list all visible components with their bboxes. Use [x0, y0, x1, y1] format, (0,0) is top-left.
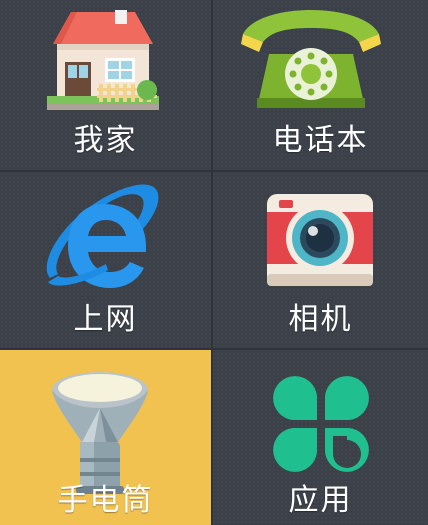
tile-apps-label: 应用 — [288, 483, 353, 518]
telephone-icon — [241, 10, 381, 108]
clover-apps-icon — [273, 376, 369, 472]
tile-internet-label: 上网 — [73, 302, 138, 337]
flashlight-icon — [52, 372, 148, 494]
launcher-grid: 我家 电话本 上网 相机 手电筒 应用 — [0, 0, 428, 525]
camera-icon — [267, 194, 373, 286]
tile-phonebook-label: 电话本 — [272, 123, 369, 158]
tile-home-label: 我家 — [73, 123, 138, 158]
internet-explorer-icon — [46, 184, 159, 288]
tile-camera-label: 相机 — [288, 302, 353, 337]
tile-home[interactable]: 我家 — [0, 0, 211, 170]
house-icon — [47, 10, 159, 110]
tile-flashlight[interactable]: 手电筒 — [0, 350, 211, 525]
tile-camera[interactable]: 相机 — [213, 172, 428, 348]
tile-flashlight-label: 手电筒 — [57, 483, 154, 518]
tile-apps[interactable]: 应用 — [213, 350, 428, 525]
tile-phonebook[interactable]: 电话本 — [213, 0, 428, 170]
tile-internet[interactable]: 上网 — [0, 172, 211, 348]
